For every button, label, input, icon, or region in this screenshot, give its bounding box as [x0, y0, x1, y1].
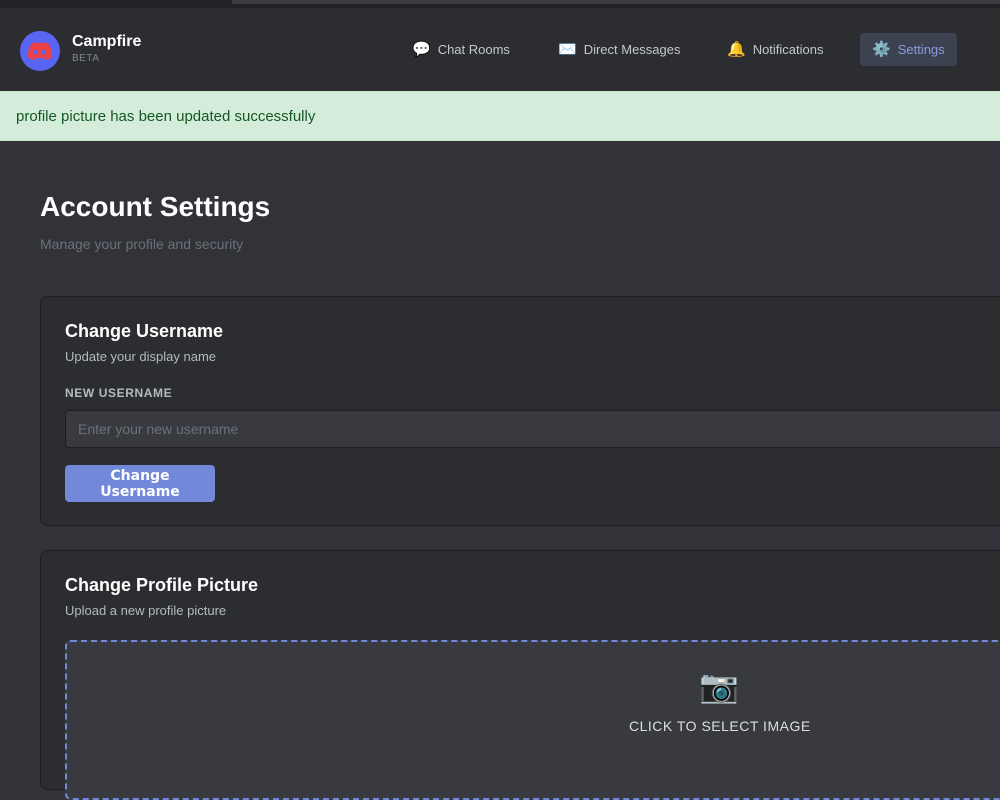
- nav-label: Settings: [897, 42, 945, 57]
- change-username-button[interactable]: Change Username: [65, 465, 215, 502]
- dropzone-label: CLICK TO SELECT IMAGE: [629, 718, 811, 734]
- nav-direct-messages[interactable]: ✉️ Direct Messages: [546, 33, 693, 66]
- page-title: Account Settings: [40, 191, 271, 222]
- discord-icon: [28, 42, 52, 60]
- nav-chat-rooms[interactable]: 💬 Chat Rooms: [400, 33, 522, 66]
- speech-bubble-icon: 💬: [412, 41, 431, 58]
- camera-icon: 📷: [699, 668, 739, 704]
- app-name: Campfire: [72, 33, 142, 50]
- new-username-label: NEW USERNAME: [65, 386, 173, 400]
- app-tag: BETA: [72, 53, 100, 64]
- card-description: Upload a new profile picture: [65, 603, 227, 618]
- card-title: Change Profile Picture: [65, 575, 259, 595]
- app-header: Campfire BETA 💬 Chat Rooms ✉️ Direct Mes…: [0, 8, 1000, 91]
- app-logo[interactable]: [20, 31, 60, 71]
- nav-notifications[interactable]: 🔔 Notifications: [715, 33, 836, 66]
- card-title: Change Username: [65, 321, 224, 341]
- nav-label: Notifications: [752, 42, 824, 57]
- success-alert: profile picture has been updated success…: [0, 91, 1000, 141]
- envelope-icon: ✉️: [558, 41, 577, 58]
- card-description: Update your display name: [65, 349, 217, 364]
- page-subtitle: Manage your profile and security: [40, 236, 244, 252]
- nav-settings[interactable]: ⚙️ Settings: [860, 33, 957, 66]
- new-username-input[interactable]: [65, 410, 1000, 448]
- image-dropzone[interactable]: 📷 CLICK TO SELECT IMAGE: [65, 640, 1000, 800]
- nav-label: Chat Rooms: [437, 42, 510, 57]
- window-top-strip: [0, 0, 1000, 8]
- alert-message: profile picture has been updated success…: [16, 107, 316, 125]
- gear-icon: ⚙️: [872, 41, 891, 58]
- nav-label: Direct Messages: [583, 42, 681, 57]
- change-profile-picture-card: Change Profile Picture Upload a new prof…: [40, 550, 1000, 800]
- bell-icon: 🔔: [727, 41, 746, 58]
- change-username-card: Change Username Update your display name…: [40, 296, 1000, 526]
- window-tab-strip: [232, 0, 1000, 4]
